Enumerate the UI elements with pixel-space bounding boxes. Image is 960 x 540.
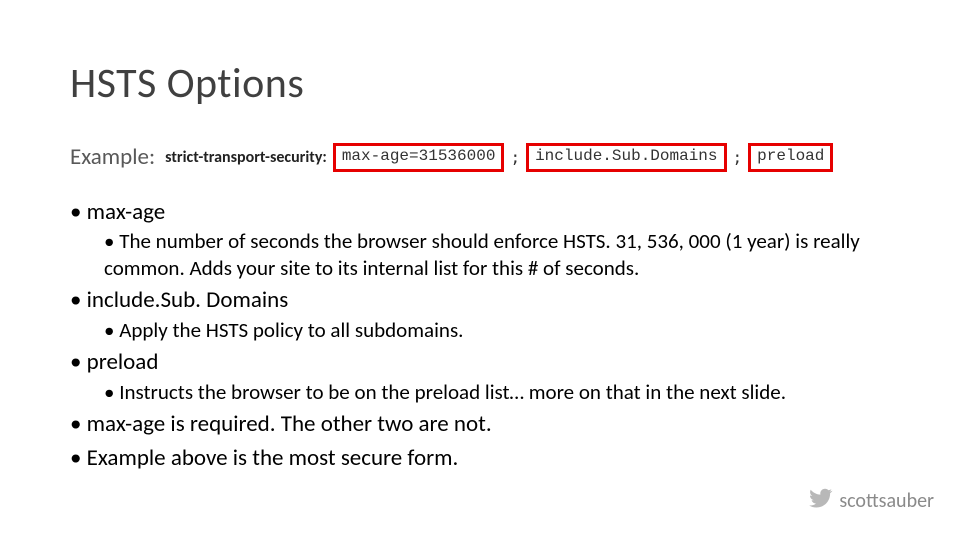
- sub-item: Instructs the browser to be on the prelo…: [104, 379, 890, 405]
- bullet-list: max-age The number of seconds the browse…: [70, 198, 890, 473]
- list-item: Example above is the most secure form.: [70, 444, 890, 473]
- footer: scottsauber: [809, 486, 934, 516]
- footer-handle: scottsauber: [839, 489, 934, 513]
- separator: ;: [510, 148, 520, 167]
- list-item: max-age The number of seconds the browse…: [70, 198, 890, 281]
- list-item: preload Instructs the browser to be on t…: [70, 348, 890, 405]
- page-title: HSTS Options: [70, 58, 890, 109]
- separator: ;: [733, 148, 743, 167]
- sub-item: Apply the HSTS policy to all subdomains.: [104, 317, 890, 343]
- list-item: include.Sub. Domains Apply the HSTS poli…: [70, 286, 890, 343]
- list-item: max-age is required. The other two are n…: [70, 410, 890, 439]
- item-label: include.Sub. Domains: [87, 286, 289, 314]
- sub-item: The number of seconds the browser should…: [104, 228, 890, 281]
- twitter-icon: [809, 486, 833, 516]
- box-preload: preload: [748, 143, 833, 172]
- example-line: Example: strict-transport-security: max-…: [70, 143, 890, 172]
- item-label: preload: [87, 348, 159, 376]
- box-include-subdomains: include.Sub.Domains: [526, 143, 726, 172]
- slide: HSTS Options Example: strict-transport-s…: [0, 0, 960, 540]
- header-name: strict-transport-security:: [165, 148, 327, 167]
- item-label: max-age: [87, 198, 166, 226]
- example-label: Example:: [70, 143, 155, 171]
- box-max-age: max-age=31536000: [333, 143, 505, 172]
